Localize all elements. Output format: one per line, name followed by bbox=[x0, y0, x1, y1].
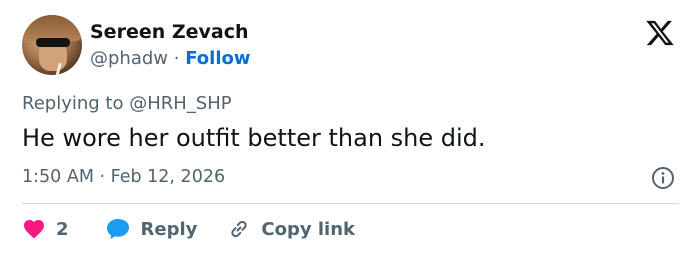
copy-link-label: Copy link bbox=[261, 218, 355, 240]
follow-link[interactable]: Follow bbox=[185, 48, 250, 69]
divider bbox=[22, 203, 679, 204]
author-handle[interactable]: @phadw bbox=[90, 48, 168, 69]
author-handle-line: @phadw · Follow bbox=[90, 48, 251, 69]
reply-label: Reply bbox=[140, 218, 198, 240]
copy-link-button[interactable]: Copy link bbox=[227, 217, 355, 241]
handle-separator: · bbox=[173, 48, 180, 69]
avatar-sunglasses bbox=[36, 38, 70, 47]
like-count: 2 bbox=[56, 218, 69, 240]
tweet-actions: 2 Reply Copy link bbox=[22, 214, 355, 244]
like-button[interactable]: 2 bbox=[22, 217, 69, 241]
tweet-timestamp[interactable]: 1:50 AM · Feb 12, 2026 bbox=[22, 167, 225, 187]
tweet-text: He wore her outfit better than she did. bbox=[22, 124, 486, 152]
heart-icon bbox=[24, 220, 44, 239]
info-icon[interactable] bbox=[651, 166, 675, 190]
speech-bubble-icon bbox=[106, 219, 129, 239]
link-icon bbox=[231, 220, 248, 238]
replying-to[interactable]: Replying to @HRH_SHP bbox=[22, 93, 232, 114]
x-logo-icon[interactable] bbox=[645, 18, 675, 48]
author-avatar[interactable] bbox=[22, 15, 82, 75]
reply-button[interactable]: Reply bbox=[105, 217, 198, 241]
author-name[interactable]: Sereen Zevach bbox=[90, 21, 249, 43]
